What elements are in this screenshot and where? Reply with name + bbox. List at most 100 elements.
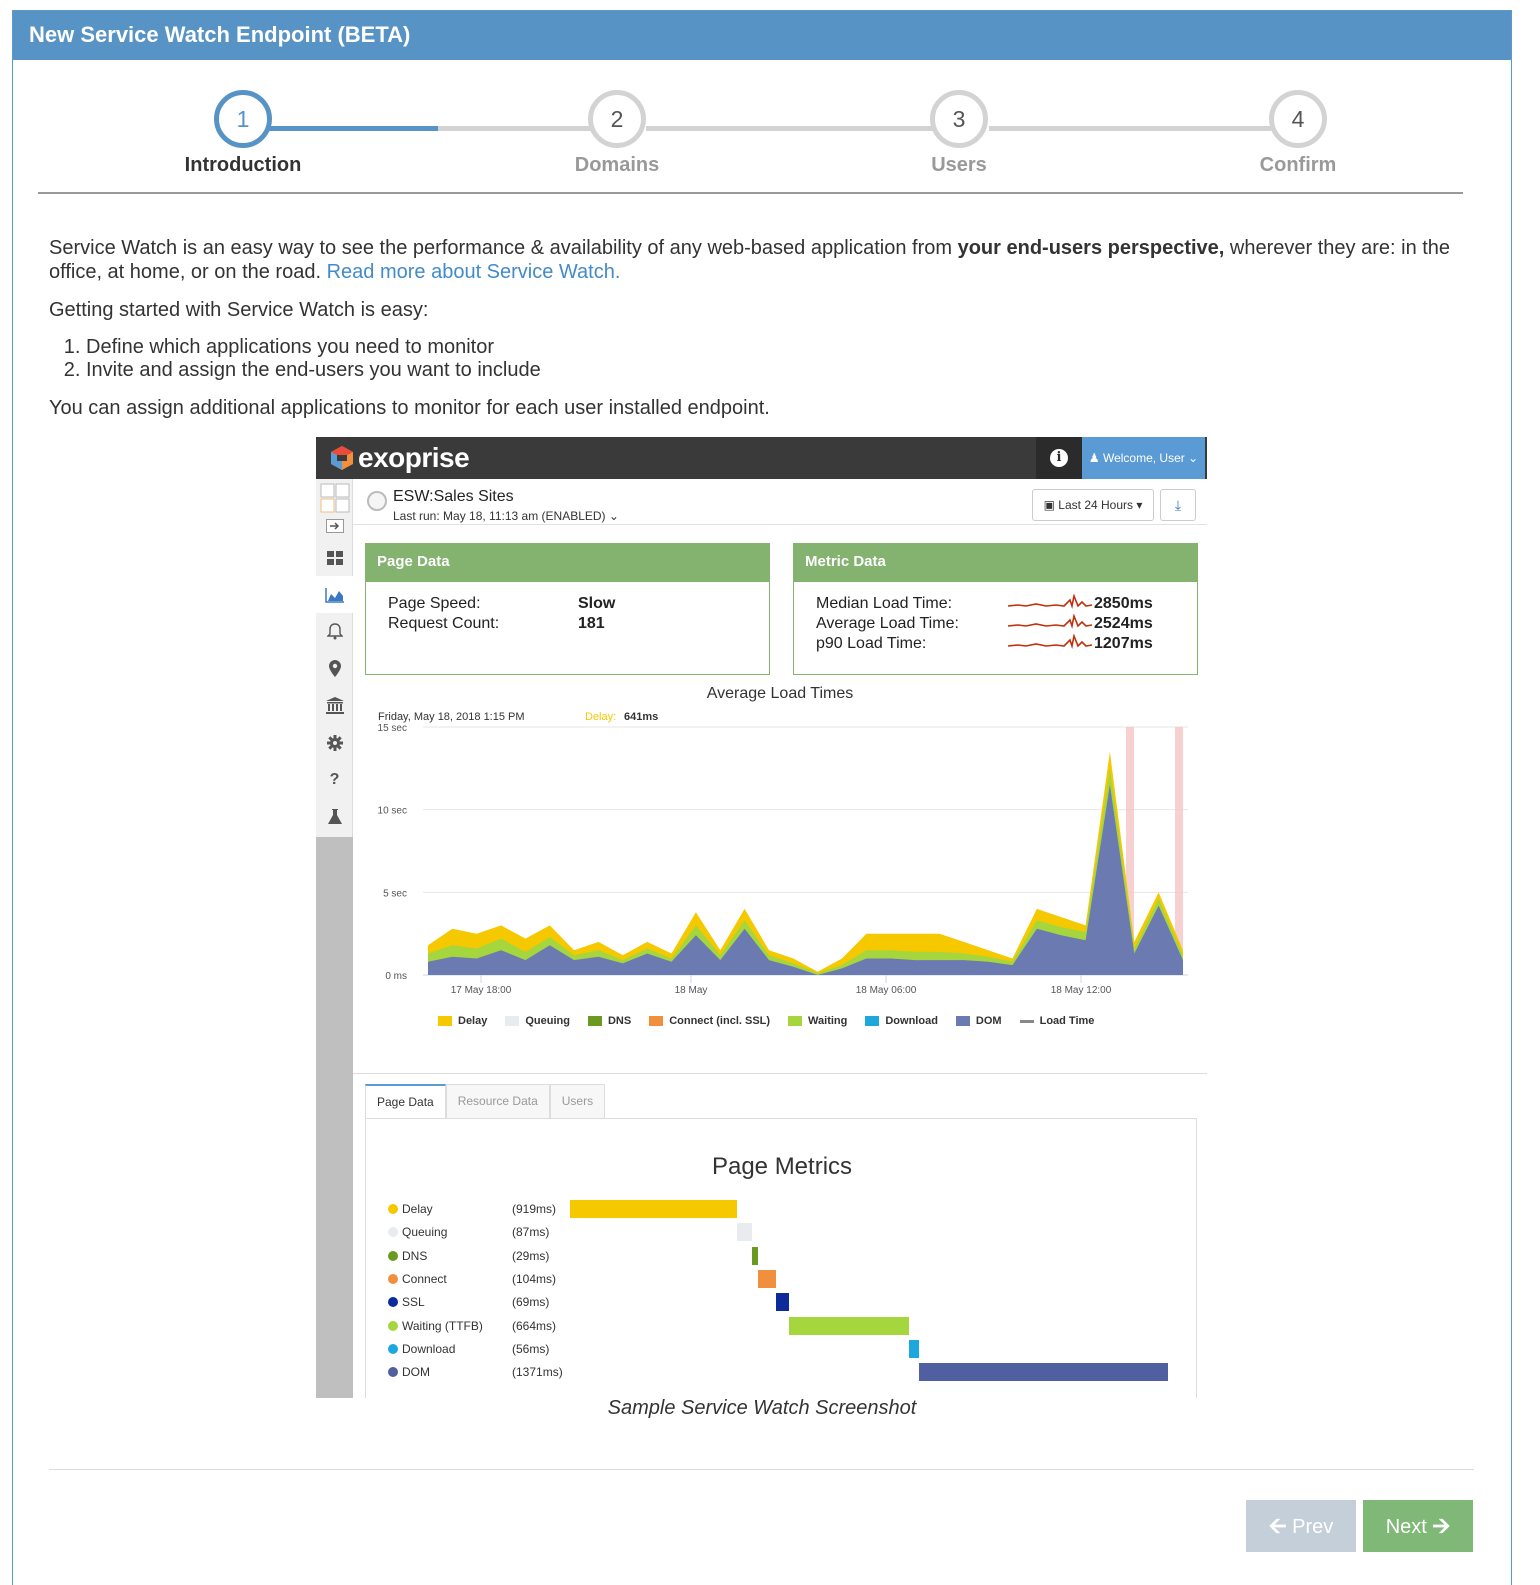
screenshot-caption: Sample Service Watch Screenshot [0, 1397, 1540, 1420]
metric-bar [757, 1269, 777, 1288]
panel-body: Median Load Time: 2850ms Average Load Tim… [794, 582, 1197, 666]
wizard-step-users[interactable]: 3 Users [879, 90, 1039, 177]
metric-value: (69ms) [512, 1295, 550, 1310]
arrow-right-icon: 🡪 [1432, 1513, 1451, 1538]
expand-arrow-icon[interactable] [316, 516, 353, 536]
step-number: 4 [1269, 90, 1327, 148]
metric-name: Queuing [402, 1225, 448, 1240]
legend-label: Queuing [525, 1015, 570, 1027]
metric-name: SSL [402, 1295, 425, 1310]
row-label: Request Count: [388, 615, 500, 632]
list-item: Define which applications you need to mo… [86, 336, 1469, 359]
gear-icon[interactable] [316, 724, 353, 761]
legend-item[interactable]: DOM [955, 1015, 1002, 1027]
dashboard-icon[interactable] [316, 539, 353, 576]
metric-legend-row: SSL (69ms) [388, 1292, 582, 1312]
sparkline [1008, 634, 1092, 650]
flask-icon[interactable] [316, 798, 353, 835]
page-data-row: Page Speed: Slow [388, 594, 747, 614]
legend-item[interactable]: Load Time [1019, 1015, 1095, 1027]
legend-swatch [649, 1016, 664, 1026]
sparkline [1008, 594, 1092, 610]
bell-icon[interactable] [316, 613, 353, 650]
sensor-header: ESW:Sales Sites Last run: May 18, 11:13 … [353, 479, 1207, 525]
row-value: 2850ms [1094, 595, 1153, 612]
info-button[interactable]: i [1036, 437, 1082, 479]
metric-value: (664ms) [512, 1318, 557, 1333]
caption-text: Sample Service Watch Screenshot [607, 1397, 917, 1419]
next-button[interactable]: Next 🡪 [1363, 1500, 1473, 1552]
app-topbar: exoprise i ♟ Welcome, User ⌄ [316, 437, 1207, 479]
page-data-panel: Page Data Page Speed: Slow Request Count:… [365, 543, 770, 675]
metric-bar [736, 1223, 753, 1242]
bank-icon[interactable] [316, 687, 353, 724]
legend-item[interactable]: Connect (incl. SSL) [649, 1015, 770, 1027]
prev-button[interactable]: 🡨 Prev [1246, 1500, 1356, 1552]
legend-label: Load Time [1039, 1015, 1095, 1027]
metric-row: p90 Load Time: 1207ms [816, 634, 1175, 654]
row-value: 181 [578, 615, 605, 632]
data-tabs: Page Data Resource Data Users [365, 1084, 606, 1119]
chart-legend: Delay Queuing DNS Connect (incl. SSL) Waitin… [438, 1015, 1112, 1027]
divider [353, 1073, 1207, 1074]
legend-item[interactable]: Delay [438, 1015, 487, 1027]
metric-data-panel: Metric Data Median Load Time: 2850ms Aver… [793, 543, 1198, 675]
tab-page-data[interactable]: Page Data [365, 1084, 446, 1119]
time-range-label: Last 24 Hours [1058, 498, 1134, 512]
legend-label: DNS [607, 1015, 632, 1027]
tab-users[interactable]: Users [549, 1084, 606, 1119]
grid-icon[interactable] [316, 479, 353, 516]
download-button[interactable]: ⤓ [1160, 489, 1196, 521]
page-metrics-title: Page Metrics [711, 1153, 853, 1180]
metric-dot [388, 1320, 398, 1331]
tab-resource-data[interactable]: Resource Data [445, 1084, 550, 1119]
metric-bar [919, 1363, 1168, 1382]
chevron-down-icon: ⌄ [608, 509, 619, 523]
row-label: Median Load Time: [816, 595, 953, 612]
calendar-icon: ▣ [1043, 498, 1055, 512]
last-run[interactable]: Last run: May 18, 11:13 am (ENABLED) ⌄ [393, 509, 619, 523]
help-icon[interactable]: ? [316, 761, 353, 798]
wizard-step-domains[interactable]: 2 Domains [537, 90, 697, 177]
metric-legend-row: Connect (104ms) [388, 1269, 582, 1289]
legend-item[interactable]: DNS [587, 1015, 632, 1027]
y-tick-label: 15 sec [378, 723, 407, 734]
tooltip-label: Delay: [585, 711, 616, 723]
y-tick-label: 5 sec [383, 888, 407, 899]
user-menu[interactable]: ♟ Welcome, User ⌄ [1082, 437, 1205, 479]
read-more-link[interactable]: Read more about Service Watch. [327, 261, 621, 283]
exoprise-logo-icon [331, 446, 353, 470]
area-chart-icon[interactable] [316, 576, 353, 613]
load-times-chart: Friday, May 18, 2018 1:15 PM Delay: 641ms 0… [378, 711, 1188, 996]
legend-item[interactable]: Download [865, 1015, 938, 1027]
row-label: Average Load Time: [816, 615, 959, 632]
metric-bar [788, 1316, 910, 1335]
getting-started-text: Getting started with Service Watch is ea… [49, 299, 429, 321]
legend-swatch [788, 1016, 803, 1026]
chart-title: Average Load Times [706, 685, 854, 702]
x-tick-label: 18 May 12:00 [1051, 985, 1112, 996]
metric-value: (56ms) [512, 1341, 550, 1356]
time-range-button[interactable]: ▣ Last 24 Hours ▾ [1032, 489, 1154, 521]
metric-legend-row: Delay (919ms) [388, 1199, 582, 1219]
legend-item[interactable]: Queuing [505, 1015, 570, 1027]
legend-swatch [505, 1016, 520, 1026]
info-icon: i [1050, 449, 1068, 467]
metric-dot [388, 1343, 398, 1354]
intro-content: Service Watch is an easy way to see the … [49, 236, 1469, 434]
dialog-title: New Service Watch Endpoint (BETA) [13, 11, 1511, 60]
tooltip-value: 641ms [624, 711, 658, 723]
wizard-step-introduction[interactable]: 1 Introduction [163, 90, 323, 177]
wizard-step-confirm[interactable]: 4 Confirm [1218, 90, 1378, 177]
metric-name: DNS [402, 1248, 428, 1263]
metric-legend-row: DNS (29ms) [388, 1246, 582, 1266]
page-data-row: Request Count: 181 [388, 614, 747, 634]
legend-swatch [587, 1016, 602, 1026]
legend-item[interactable]: Waiting [788, 1015, 847, 1027]
metric-name: Connect [402, 1271, 447, 1286]
y-tick-label: 0 ms [385, 971, 407, 982]
legend-label: Download [885, 1015, 938, 1027]
metric-legend-row: Waiting (TTFB) (664ms) [388, 1316, 582, 1336]
map-marker-icon[interactable] [316, 650, 353, 687]
legend-swatch [438, 1016, 452, 1026]
